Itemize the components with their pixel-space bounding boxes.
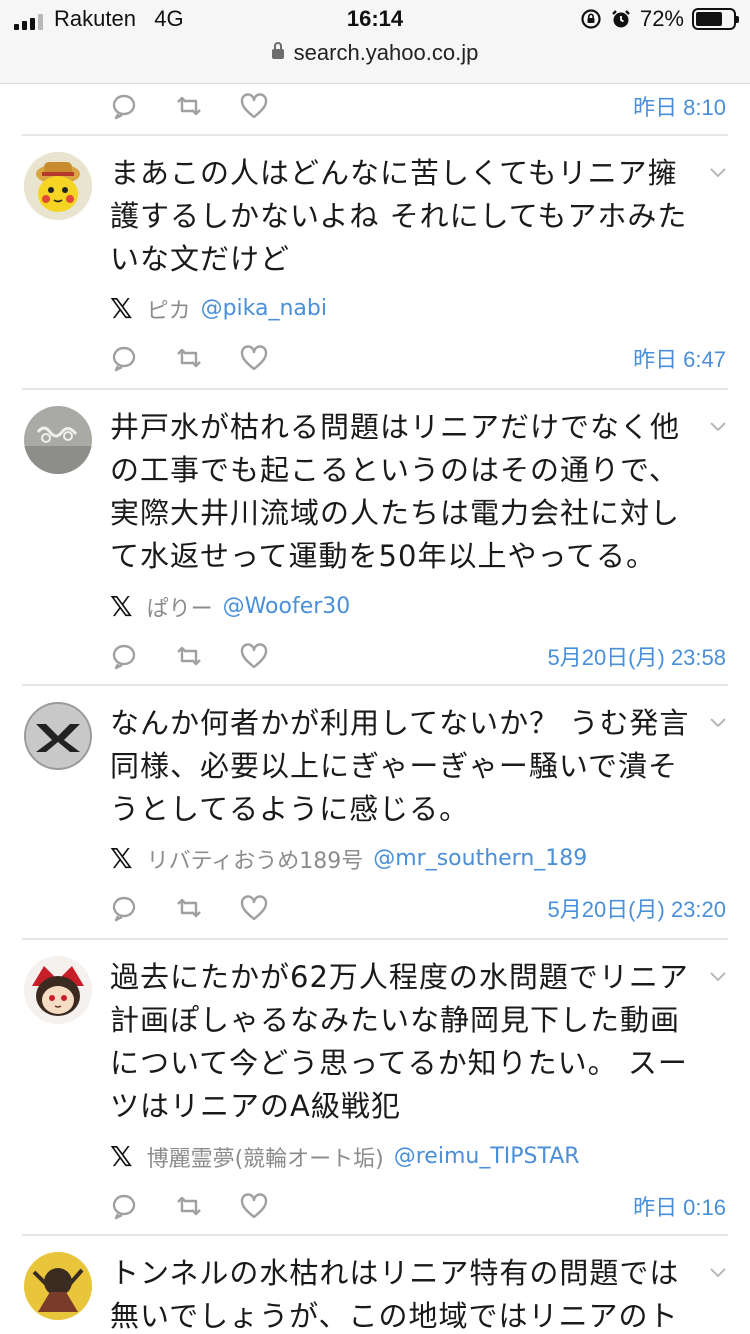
post-timestamp[interactable]: 5月20日(月) 23:58 — [547, 640, 726, 672]
avatar[interactable] — [24, 702, 92, 770]
tweet-text: トンネルの水枯れはリニア特有の問題では無いでしょうが、この地域ではリニアのト — [110, 1256, 680, 1333]
tweet-source: 𝕏 ぱりー @Woofer30 — [110, 590, 350, 623]
browser-top-bar: Rakuten 4G 16:14 72% search.yahoo.co.jp — [0, 0, 750, 84]
chevron-down-icon[interactable] — [708, 966, 728, 986]
avatar[interactable] — [24, 956, 92, 1024]
reimu-avatar-image — [24, 956, 92, 1024]
post-actions — [110, 344, 268, 372]
like-icon[interactable] — [240, 93, 268, 119]
battery-fill — [696, 12, 722, 26]
divider — [22, 684, 728, 686]
x-logo-icon: 𝕏 — [110, 842, 133, 875]
chevron-down-icon[interactable] — [708, 416, 728, 436]
author-name: ぱりー — [146, 596, 213, 622]
post-actions — [110, 894, 268, 922]
like-icon[interactable] — [240, 643, 268, 669]
illustration-avatar-image — [24, 1252, 92, 1320]
tweet-source: 𝕏 博麗霊夢(競輪オート垢) @reimu_TIPSTAR — [110, 1140, 580, 1173]
author-handle[interactable]: @reimu_TIPSTAR — [394, 1144, 580, 1169]
like-icon[interactable] — [240, 895, 268, 921]
avatar[interactable] — [24, 152, 92, 220]
chevron-down-icon[interactable] — [708, 712, 728, 732]
status-right-group: 72% — [580, 6, 739, 32]
divider — [22, 388, 728, 390]
reply-icon[interactable] — [110, 894, 138, 922]
author-name: 博麗霊夢(競輪オート垢) — [146, 1146, 384, 1172]
like-icon[interactable] — [240, 345, 268, 371]
post-actions — [110, 92, 268, 120]
reply-icon[interactable] — [110, 1192, 138, 1220]
post-timestamp[interactable]: 5月20日(月) 23:20 — [547, 892, 726, 924]
divider — [22, 1234, 728, 1236]
battery-percent: 72% — [639, 6, 684, 31]
retweet-icon[interactable] — [174, 1192, 204, 1220]
reply-icon[interactable] — [110, 642, 138, 670]
author-name: ピカ — [146, 298, 191, 324]
tweet-text: 井戸水が枯れる問題はリニアだけでなく他の工事でも起こるというのはその通りで、実際… — [110, 410, 681, 573]
divider — [22, 938, 728, 940]
reply-icon[interactable] — [110, 92, 138, 120]
url-bar[interactable]: search.yahoo.co.jp — [0, 40, 750, 66]
tweet-source: 𝕏 ピカ @pika_nabi — [110, 292, 327, 325]
url-text: search.yahoo.co.jp — [293, 40, 479, 65]
pikachu-avatar-image — [24, 152, 92, 220]
tweet-source: 𝕏 リバティおうめ189号 @mr_southern_189 — [110, 842, 587, 875]
post-timestamp[interactable]: 昨日 8:10 — [633, 90, 726, 122]
x-logo-icon: 𝕏 — [110, 1140, 133, 1173]
post-actions — [110, 1192, 268, 1220]
author-name: リバティおうめ189号 — [146, 848, 364, 874]
battery-icon — [692, 8, 739, 30]
post-timestamp[interactable]: 昨日 6:47 — [633, 342, 726, 374]
status-bar: Rakuten 4G 16:14 72% — [0, 0, 750, 40]
lock-icon — [271, 42, 284, 59]
tweet-text: まあこの人はどんなに苦しくてもリニア擁護するしかないよね それにしてもアホみたい… — [110, 156, 688, 276]
avatar[interactable] — [24, 406, 92, 474]
divider — [22, 134, 728, 136]
retweet-icon[interactable] — [174, 894, 204, 922]
alarm-icon — [612, 10, 630, 28]
retweet-icon[interactable] — [174, 92, 204, 120]
chevron-down-icon[interactable] — [708, 1262, 728, 1282]
retweet-icon[interactable] — [174, 344, 204, 372]
author-handle[interactable]: @pika_nabi — [201, 296, 327, 321]
post-timestamp[interactable]: 昨日 0:16 — [633, 1190, 726, 1222]
reply-icon[interactable] — [110, 344, 138, 372]
author-handle[interactable]: @Woofer30 — [223, 594, 351, 619]
tweet-text: 過去にたかが62万人程度の水問題でリニア計画ぽしゃるなみたいな静岡見下した動画に… — [110, 960, 689, 1123]
author-handle[interactable]: @mr_southern_189 — [373, 846, 587, 871]
tweet-text: なんか何者かが利用してないか？ うむ発言同様、必要以上にぎゃーぎゃー騒いで潰そう… — [110, 706, 690, 826]
like-icon[interactable] — [240, 1193, 268, 1219]
retweet-icon[interactable] — [174, 642, 204, 670]
graffiti-avatar-image — [24, 406, 92, 474]
post-actions — [110, 642, 268, 670]
x-letter-avatar-image — [24, 702, 92, 770]
avatar[interactable] — [24, 1252, 92, 1320]
x-logo-icon: 𝕏 — [110, 590, 133, 623]
orientation-lock-icon — [581, 9, 601, 29]
x-logo-icon: 𝕏 — [110, 292, 133, 325]
chevron-down-icon[interactable] — [708, 162, 728, 182]
